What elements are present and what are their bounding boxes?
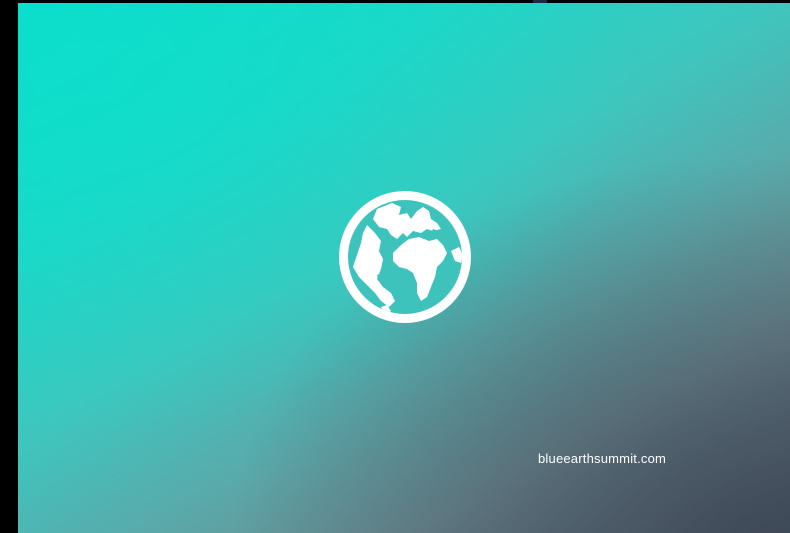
presentation-frame: blueearthsummit.com xyxy=(0,0,790,533)
website-url[interactable]: blueearthsummit.com xyxy=(538,451,666,466)
slide-canvas: blueearthsummit.com xyxy=(18,3,790,533)
globe-icon xyxy=(337,189,473,325)
